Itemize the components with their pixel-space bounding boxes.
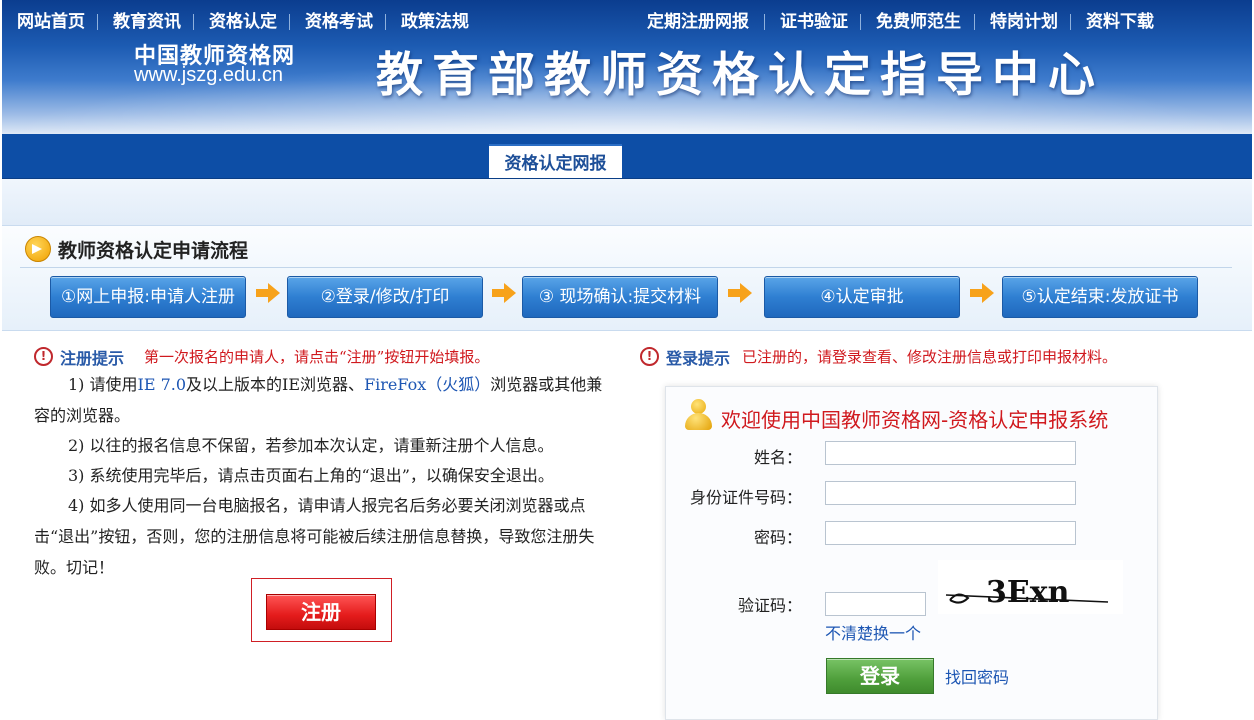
nav-separator bbox=[193, 14, 194, 30]
captcha-image[interactable]: 3Exn bbox=[938, 560, 1123, 614]
notice-item-3: 3) 系统使用完毕后，请点击页面右上角的“退出”，以确保安全退出。 bbox=[68, 466, 554, 485]
step-2-login[interactable]: ②登录/修改/打印 bbox=[287, 276, 483, 318]
forgot-password-link[interactable]: 找回密码 bbox=[945, 664, 1009, 688]
register-tip-label: 注册提示 bbox=[60, 349, 125, 368]
nav-separator bbox=[764, 14, 765, 30]
nav-separator bbox=[1070, 14, 1071, 30]
ie-version-link: IE 7.0 bbox=[137, 375, 187, 394]
header-title: 教育部教师资格认定指导中心 bbox=[376, 48, 1104, 103]
nav-separator bbox=[385, 14, 386, 30]
nav-item-online-apply[interactable]: 资格认定网报 bbox=[489, 149, 622, 174]
nav-item-exam[interactable]: 资格考试 bbox=[305, 10, 373, 34]
process-title: 教师资格认定申请流程 bbox=[58, 240, 249, 262]
warning-icon: ! bbox=[640, 347, 659, 366]
step-3-confirm[interactable]: ③ 现场确认:提交材料 bbox=[522, 276, 718, 318]
user-icon bbox=[683, 399, 713, 431]
login-tip-label: 登录提示 bbox=[666, 349, 731, 368]
arrow-right-icon bbox=[256, 283, 280, 303]
arrow-right-icon bbox=[492, 283, 516, 303]
captcha-label: 验证码： bbox=[737, 596, 802, 615]
nav-item-downloads[interactable]: 资料下载 bbox=[1086, 10, 1154, 34]
id-number-label: 身份证件号码： bbox=[689, 488, 802, 507]
notice-item-1: 1) 请使用IE 7.0及以上版本的IE浏览器、FireFox（火狐）浏览器或其… bbox=[34, 369, 614, 431]
register-tip-text: 第一次报名的申请人，请点击“注册”按钮开始填报。 bbox=[144, 348, 490, 366]
nav-item-free-normal[interactable]: 免费师范生 bbox=[876, 10, 961, 34]
nav-separator bbox=[289, 14, 290, 30]
id-number-input[interactable] bbox=[825, 481, 1076, 505]
user-icon-head bbox=[691, 399, 706, 414]
nav-item-special-plan[interactable]: 特岗计划 bbox=[990, 10, 1058, 34]
step-1-register[interactable]: ①网上申报:申请人注册 bbox=[50, 276, 246, 318]
site-url: www.jszg.edu.cn bbox=[134, 64, 283, 86]
nav-item-periodic-registration[interactable]: 定期注册网报 bbox=[647, 10, 749, 34]
name-label: 姓名： bbox=[753, 448, 802, 467]
name-input[interactable] bbox=[825, 441, 1076, 465]
notice-item-1-a: 1) 请使用 bbox=[68, 375, 138, 394]
process-divider bbox=[20, 267, 1232, 268]
nav-separator bbox=[860, 14, 861, 30]
notice-item-2: 2) 以往的报名信息不保留，若参加本次认定，请重新注册个人信息。 bbox=[68, 436, 554, 455]
main-nav bbox=[2, 134, 1252, 179]
login-button[interactable]: 登录 bbox=[826, 658, 934, 694]
nav-item-policy[interactable]: 政策法规 bbox=[401, 10, 469, 34]
nav-separator bbox=[97, 14, 98, 30]
firefox-link: FireFox（火狐） bbox=[364, 375, 491, 394]
nav-item-verify-certificate[interactable]: 证书验证 bbox=[780, 10, 848, 34]
step-4-approval[interactable]: ④认定审批 bbox=[764, 276, 960, 318]
nav-item-home[interactable]: 网站首页 bbox=[17, 10, 85, 34]
notice-item-4: 4) 如多人使用同一台电脑报名，请申请人报完名后务必要关闭浏览器或点击“退出”按… bbox=[34, 496, 595, 577]
nav-item-certification[interactable]: 资格认定 bbox=[209, 10, 277, 34]
login-welcome-title: 欢迎使用中国教师资格网-资格认定申报系统 bbox=[721, 408, 1109, 432]
nav-separator bbox=[974, 14, 975, 30]
warning-icon: ! bbox=[34, 347, 53, 366]
captcha-input[interactable] bbox=[825, 592, 926, 616]
nav-item-news[interactable]: 教育资讯 bbox=[113, 10, 181, 34]
sub-strip bbox=[2, 179, 1252, 225]
password-label: 密码： bbox=[753, 528, 802, 547]
user-icon-body bbox=[685, 413, 712, 430]
arrow-right-icon bbox=[728, 283, 752, 303]
notice-item-1-b: 及以上版本的IE浏览器、 bbox=[186, 375, 365, 394]
arrow-right-icon bbox=[970, 283, 994, 303]
login-tip-text: 已注册的，请登录查看、修改注册信息或打印申报材料。 bbox=[742, 348, 1118, 366]
password-input[interactable] bbox=[825, 521, 1076, 545]
arrow-circle-icon bbox=[25, 236, 51, 262]
step-5-certificate[interactable]: ⑤认定结束:发放证书 bbox=[1002, 276, 1198, 318]
captcha-text: 3Exn bbox=[986, 575, 1070, 610]
refresh-captcha-link[interactable]: 不清楚换一个 bbox=[825, 620, 921, 644]
register-button[interactable]: 注册 bbox=[266, 594, 376, 630]
